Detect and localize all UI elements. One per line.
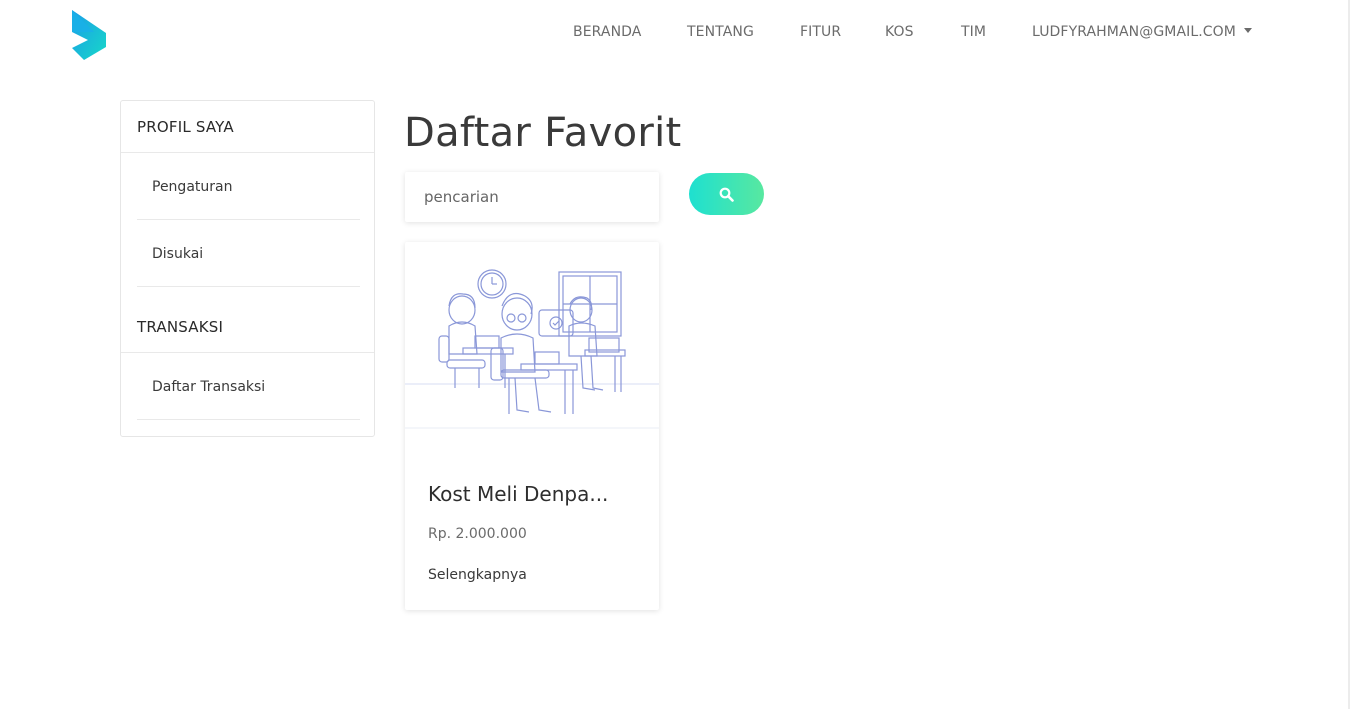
sidebar-item-label: Disukai	[152, 246, 204, 262]
sidebar-section-title: PROFIL SAYA	[137, 118, 234, 136]
sidebar-item-disukai[interactable]: Disukai	[137, 221, 360, 287]
user-email: LUDFYRAHMAN@GMAIL.COM	[1032, 24, 1236, 40]
user-menu-dropdown[interactable]: LUDFYRAHMAN@GMAIL.COM	[1032, 24, 1252, 40]
people-working-illustration	[405, 269, 659, 429]
sidebar-section-profil: PROFIL SAYA	[121, 101, 374, 153]
sidebar-item-label: Pengaturan	[152, 179, 233, 195]
card-detail-link[interactable]: Selengkapnya	[428, 567, 527, 583]
sidebar-item-daftar-transaksi[interactable]: Daftar Transaksi	[137, 354, 360, 420]
card-price: Rp. 2.000.000	[428, 526, 527, 542]
favorite-card[interactable]: Kost Meli Denpa... Rp. 2.000.000 Selengk…	[405, 242, 659, 610]
nav-tim[interactable]: TIM	[961, 24, 986, 40]
search-icon	[719, 187, 734, 202]
sidebar-section-transaksi: TRANSAKSI	[121, 301, 374, 353]
top-navbar: BERANDA TENTANG FITUR KOS TIM LUDFYRAHMA…	[0, 24, 1350, 46]
nav-fitur[interactable]: FITUR	[800, 24, 841, 40]
sidebar-item-pengaturan[interactable]: Pengaturan	[137, 154, 360, 220]
search-input[interactable]	[405, 172, 659, 222]
page-title: Daftar Favorit	[404, 110, 682, 156]
caret-down-icon	[1244, 28, 1252, 33]
sidebar: PROFIL SAYA Pengaturan Disukai TRANSAKSI…	[120, 100, 375, 437]
nav-tentang[interactable]: TENTANG	[687, 24, 754, 40]
card-title[interactable]: Kost Meli Denpa...	[428, 482, 608, 506]
search-button[interactable]	[689, 173, 764, 215]
sidebar-section-title: TRANSAKSI	[137, 318, 224, 336]
nav-beranda[interactable]: BERANDA	[573, 24, 641, 40]
sidebar-item-label: Daftar Transaksi	[152, 379, 266, 395]
nav-kos[interactable]: KOS	[885, 24, 914, 40]
